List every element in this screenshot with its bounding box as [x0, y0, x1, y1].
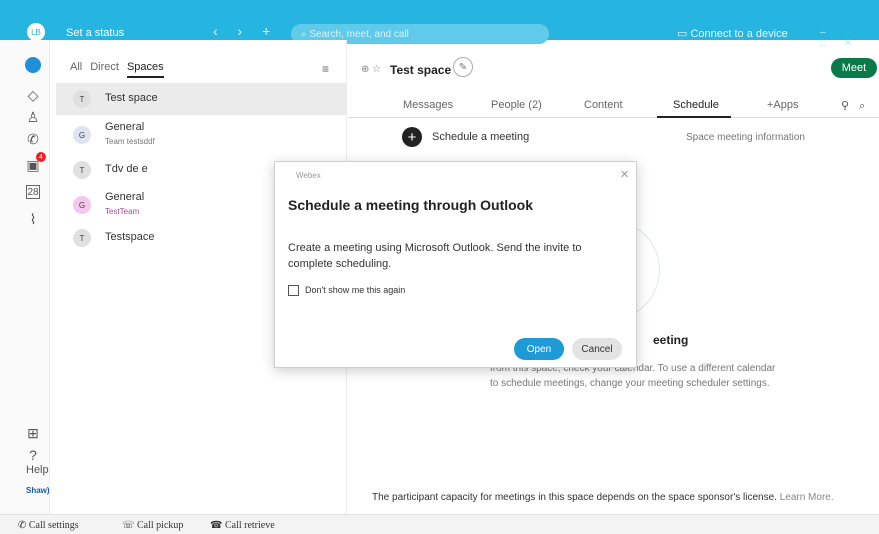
- call-settings-button[interactable]: ✆ Call settings: [18, 520, 79, 531]
- add-icon[interactable]: +: [402, 127, 422, 147]
- help-icon[interactable]: ?: [24, 446, 42, 464]
- voicemail-icon[interactable]: ▣ 4: [24, 152, 46, 174]
- space-title: General: [105, 191, 145, 203]
- space-avatar: T: [73, 229, 91, 247]
- apps-grid-icon[interactable]: ⊞: [24, 424, 42, 442]
- call-retrieve-button[interactable]: ☎ Call retrieve: [210, 520, 275, 531]
- contacts-icon[interactable]: ♙: [24, 108, 42, 126]
- notification-badge: 4: [36, 152, 46, 162]
- dialog-app-name: Webex: [296, 171, 321, 180]
- space-meeting-info-link[interactable]: Space meeting information: [686, 132, 805, 143]
- filter-spaces[interactable]: Spaces: [126, 61, 164, 78]
- learn-more-link[interactable]: Learn More.: [780, 492, 834, 503]
- filter-all[interactable]: All: [70, 61, 82, 78]
- close-icon[interactable]: ✕: [620, 168, 629, 181]
- navigation-buttons[interactable]: ‹ › +: [213, 23, 278, 39]
- tab-people[interactable]: People (2): [491, 99, 542, 111]
- capacity-text: The participant capacity for meetings in…: [372, 492, 777, 503]
- retrieve-icon: ☎: [210, 520, 225, 531]
- calling-icon[interactable]: ✆: [24, 130, 42, 148]
- brand-logo: Shaw): [26, 486, 50, 495]
- help-label[interactable]: Help: [26, 464, 49, 476]
- dont-show-label[interactable]: Don't show me this again: [305, 285, 405, 295]
- tab-apps[interactable]: +Apps: [767, 99, 799, 111]
- space-avatar: G: [73, 196, 91, 214]
- capacity-notice: The participant capacity for meetings in…: [372, 492, 834, 503]
- space-avatar: T: [73, 161, 91, 179]
- active-tab-indicator: [657, 116, 731, 118]
- open-button[interactable]: Open: [514, 338, 564, 360]
- schedule-meeting-button[interactable]: Schedule a meeting: [432, 131, 529, 143]
- pickup-icon: ☏: [122, 520, 138, 531]
- filter-settings-icon[interactable]: ≡: [322, 62, 329, 76]
- connect-device-button[interactable]: ▭ Connect to a device: [677, 27, 788, 40]
- dialog-title: Schedule a meeting through Outlook: [288, 197, 534, 213]
- list-item[interactable]: G General Team testsddf: [56, 117, 346, 153]
- dialog-body: Create a meeting using Microsoft Outlook…: [288, 242, 582, 270]
- space-avatar: G: [73, 126, 91, 144]
- user-avatar[interactable]: LB: [27, 23, 45, 41]
- empty-state-heading: eeting: [653, 333, 689, 347]
- edit-icon[interactable]: ✎: [453, 57, 473, 77]
- call-pickup-label: Call pickup: [137, 520, 184, 531]
- call-retrieve-label: Call retrieve: [224, 520, 275, 531]
- space-subtitle: Team testsddf: [105, 137, 155, 146]
- device-icon: ▭: [677, 28, 691, 40]
- calendar-icon[interactable]: 28: [26, 185, 40, 199]
- tab-content[interactable]: Content: [584, 99, 623, 111]
- call-pickup-button[interactable]: ☏ Call pickup: [122, 520, 183, 531]
- header-tools[interactable]: ⚲⌕: [841, 99, 875, 113]
- window-controls[interactable]: –□✕: [820, 27, 879, 49]
- space-title: Tdv de e: [105, 163, 148, 175]
- meet-button[interactable]: Meet: [831, 58, 877, 78]
- activity-icon[interactable]: ⌇: [24, 210, 42, 228]
- space-title: Testspace: [105, 231, 155, 243]
- space-subtitle: TestTeam: [105, 207, 140, 216]
- connect-label: Connect to a device: [690, 28, 788, 40]
- list-item[interactable]: T Test space: [56, 83, 346, 115]
- space-avatar: T: [73, 90, 91, 108]
- filter-direct[interactable]: Direct: [90, 61, 119, 78]
- call-settings-label: Call settings: [28, 520, 79, 531]
- tab-schedule[interactable]: Schedule: [673, 99, 719, 111]
- space-header-icons[interactable]: ⊕ ☆: [361, 64, 381, 75]
- space-title: Test space: [105, 92, 158, 104]
- dont-show-checkbox[interactable]: [288, 285, 299, 296]
- messaging-icon[interactable]: [24, 56, 42, 74]
- list-filters: All Direct Spaces: [70, 61, 164, 78]
- space-title: General: [105, 121, 145, 133]
- search-icon: ⌕: [301, 28, 310, 40]
- space-title-heading: Test space: [390, 63, 452, 77]
- set-status-button[interactable]: Set a status: [66, 27, 124, 39]
- phone-settings-icon: ✆: [18, 520, 29, 531]
- search-placeholder: Search, meet, and call: [309, 28, 409, 40]
- teams-icon[interactable]: ◇: [24, 86, 42, 104]
- tab-messages[interactable]: Messages: [403, 99, 453, 111]
- cancel-button[interactable]: Cancel: [572, 338, 622, 360]
